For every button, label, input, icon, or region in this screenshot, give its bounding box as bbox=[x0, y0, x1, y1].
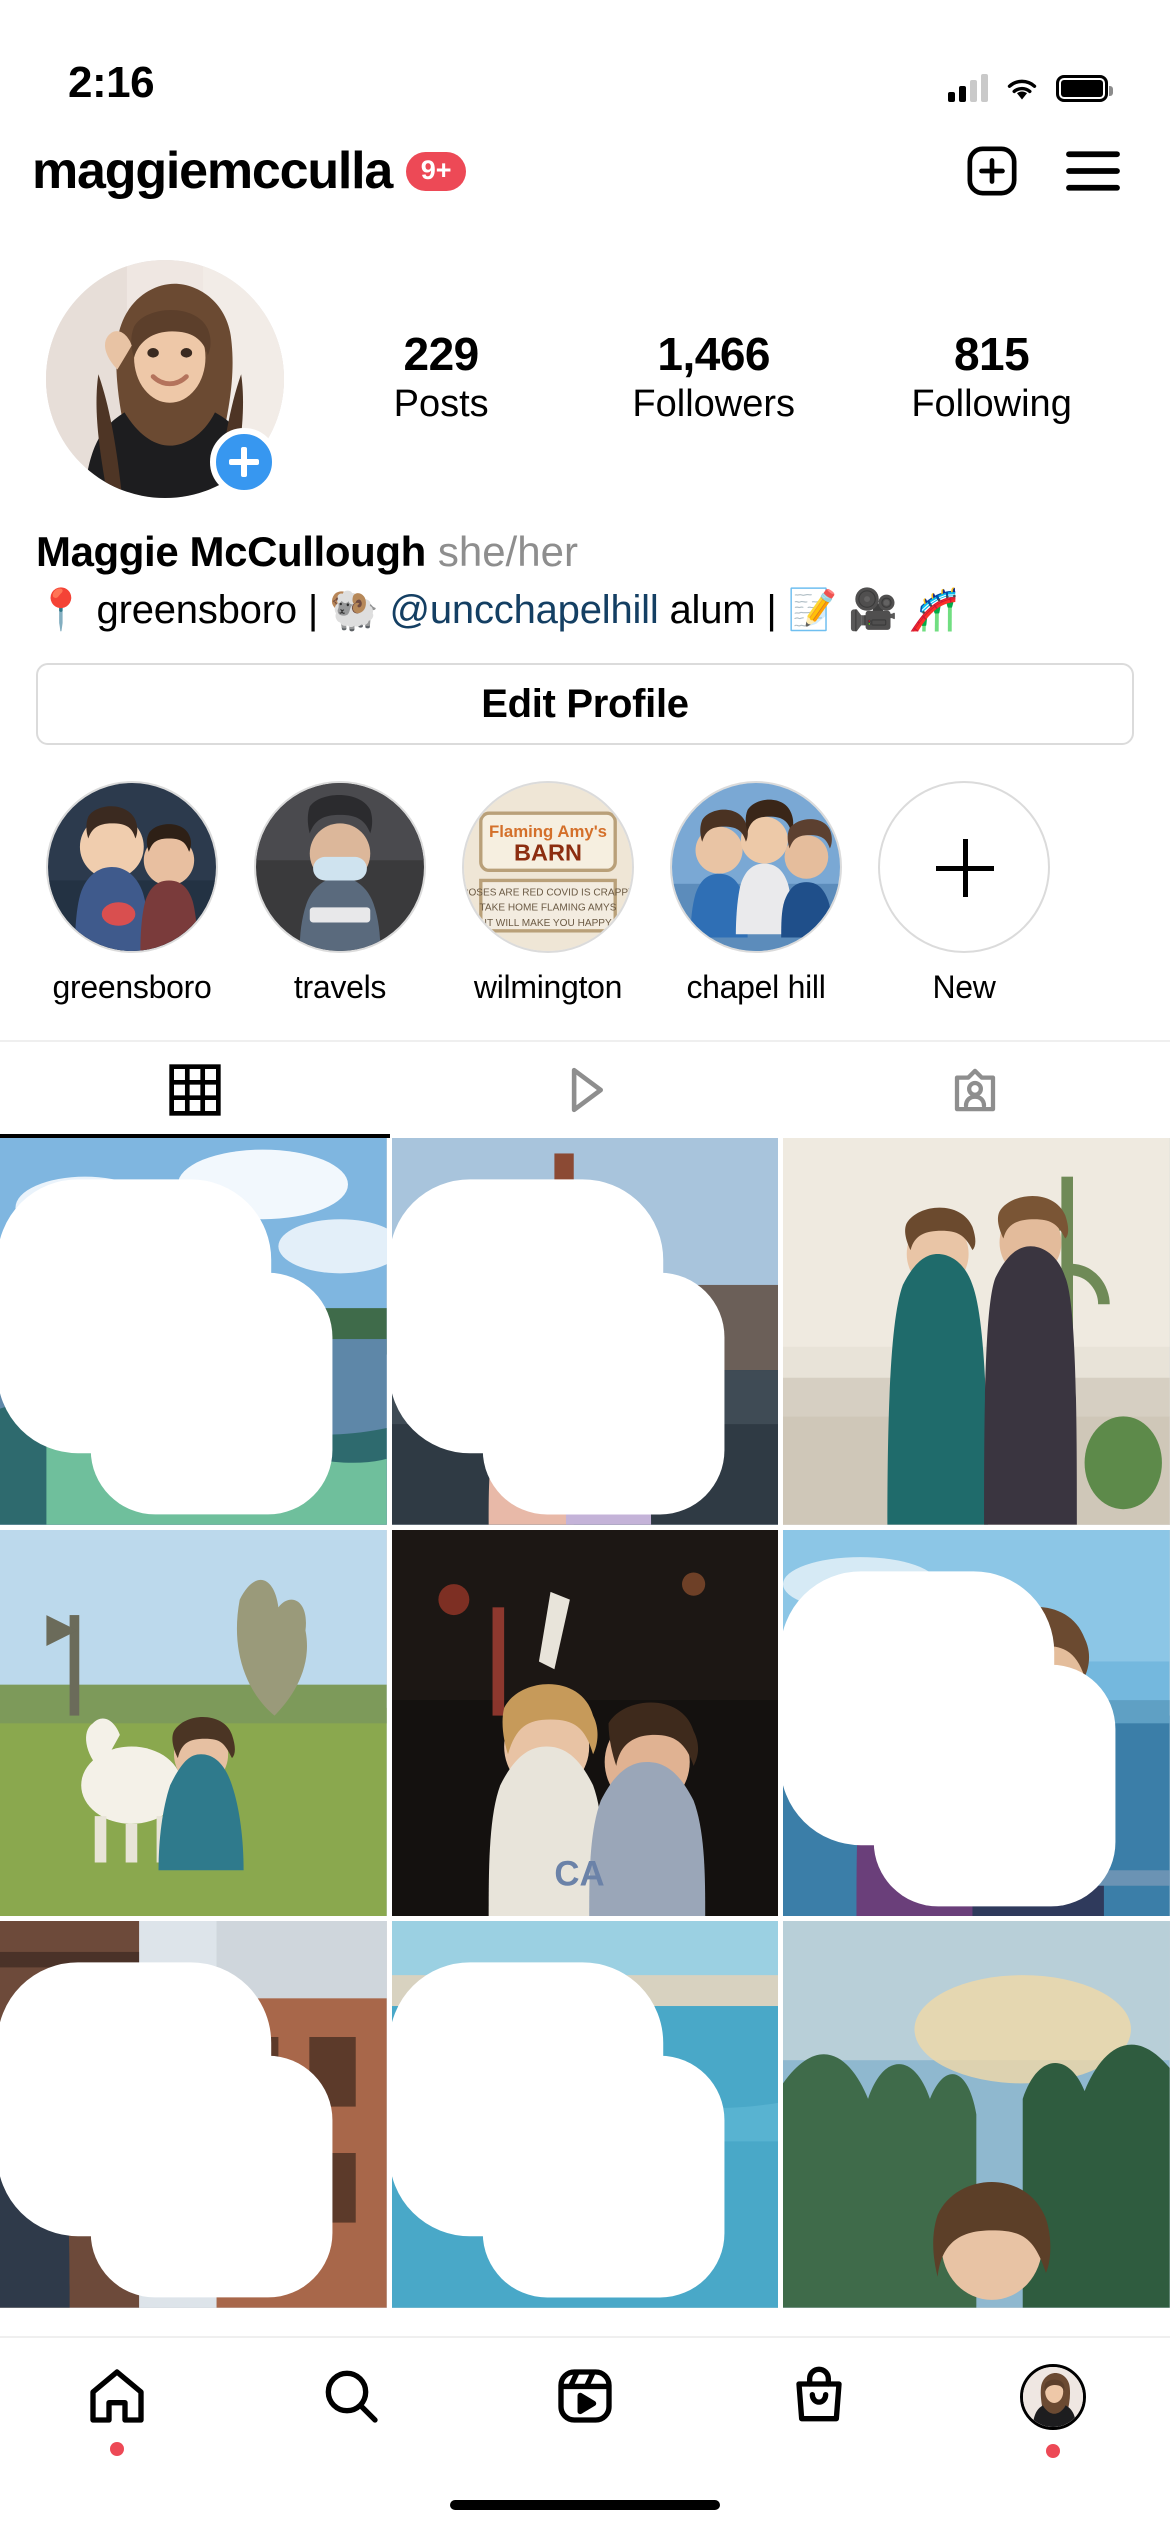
profile-header: maggiemcculla 9+ bbox=[0, 118, 1170, 224]
instagram-profile-screen: 2:16 maggiemcculla 9+ 229 Posts 1,466 Fo… bbox=[0, 0, 1170, 2532]
grid-post[interactable] bbox=[783, 1138, 1170, 1525]
pin-emoji: 📍 bbox=[36, 587, 86, 633]
stat-posts-label: Posts bbox=[393, 383, 489, 425]
nav-shop[interactable] bbox=[702, 2364, 936, 2428]
carousel-icon bbox=[0, 1179, 333, 1515]
tab-reels[interactable] bbox=[390, 1042, 780, 1138]
profile-avatar-icon[interactable] bbox=[1020, 2364, 1086, 2430]
bottom-navigation-bar bbox=[0, 2336, 1170, 2532]
plus-square-icon[interactable] bbox=[964, 143, 1020, 199]
status-bar-indicators bbox=[948, 74, 1113, 108]
display-name: Maggie McCullough bbox=[36, 528, 426, 575]
wifi-icon bbox=[1004, 74, 1040, 102]
bio-name-row: Maggie McCullough she/her bbox=[36, 528, 1134, 576]
stat-followers-value: 1,466 bbox=[657, 328, 771, 381]
svg-text:ROSES ARE RED COVID IS CRAPPY: ROSES ARE RED COVID IS CRAPPY bbox=[464, 888, 632, 899]
plus-circle-icon[interactable] bbox=[210, 428, 278, 496]
svg-text:BARN: BARN bbox=[514, 839, 582, 865]
home-indicator bbox=[450, 2500, 720, 2510]
bio-text: 📍 greensboro | 🐏 @uncchapelhill alum | 📝… bbox=[36, 586, 1134, 633]
highlight-label: travels bbox=[293, 969, 387, 1005]
highlight-label: wilmington bbox=[473, 969, 623, 1005]
highlight-new[interactable]: New bbox=[860, 781, 1068, 1006]
nav-home[interactable] bbox=[0, 2364, 234, 2456]
highlight-label: New bbox=[932, 969, 996, 1005]
highlight-chapel-hill[interactable]: chapel hill bbox=[652, 781, 860, 1006]
stat-posts[interactable]: 229 Posts bbox=[366, 329, 516, 428]
carousel-icon bbox=[391, 1179, 725, 1515]
profile-summary-row: 229 Posts 1,466 Followers 815 Following bbox=[0, 224, 1170, 498]
pronouns: she/her bbox=[437, 528, 578, 575]
nav-reels[interactable] bbox=[468, 2364, 702, 2428]
nav-profile-dot bbox=[1046, 2444, 1060, 2458]
tab-grid[interactable] bbox=[0, 1042, 390, 1138]
status-bar-time: 2:16 bbox=[68, 58, 155, 107]
header-actions bbox=[964, 143, 1122, 199]
highlight-travels[interactable]: travels bbox=[236, 781, 444, 1006]
nav-profile[interactable] bbox=[936, 2364, 1170, 2458]
grid-post[interactable] bbox=[0, 1921, 387, 2308]
bio-mention-link[interactable]: @uncchapelhill bbox=[389, 588, 658, 632]
grid-post[interactable] bbox=[391, 1138, 779, 1525]
grid-post[interactable] bbox=[783, 1529, 1170, 1917]
svg-text:Flaming Amy's: Flaming Amy's bbox=[489, 822, 607, 841]
carousel-icon bbox=[391, 1962, 725, 2298]
profile-bio: Maggie McCullough she/her 📍 greensboro | … bbox=[0, 498, 1170, 633]
grid-post[interactable] bbox=[0, 1138, 387, 1525]
stat-followers-label: Followers bbox=[632, 383, 796, 425]
bio-separator-2: | bbox=[766, 588, 777, 632]
svg-text:IT WILL MAKE YOU HAPPY: IT WILL MAKE YOU HAPPY bbox=[484, 918, 612, 929]
grid-post[interactable] bbox=[783, 1921, 1170, 2308]
stat-following[interactable]: 815 Following bbox=[911, 329, 1072, 428]
nav-home-dot bbox=[110, 2442, 124, 2456]
profile-tab-bar bbox=[0, 1040, 1170, 1138]
stat-posts-value: 229 bbox=[403, 328, 480, 381]
bio-location: greensboro bbox=[96, 588, 298, 632]
svg-text:CA: CA bbox=[554, 1854, 604, 1893]
nav-search[interactable] bbox=[234, 2364, 468, 2428]
highlight-cover[interactable] bbox=[670, 781, 842, 953]
bio-alum-text: alum bbox=[669, 588, 756, 632]
highlight-cover[interactable] bbox=[46, 781, 218, 953]
grid-post[interactable] bbox=[391, 1921, 779, 2309]
writing-emoji: 📝 bbox=[787, 587, 838, 633]
carousel-icon bbox=[0, 1962, 333, 2298]
grid-post[interactable]: CA bbox=[391, 1529, 779, 1917]
highlight-cover[interactable] bbox=[254, 781, 426, 953]
username-area[interactable]: maggiemcculla 9+ bbox=[32, 141, 467, 201]
status-bar: 2:16 bbox=[0, 0, 1170, 118]
battery-full-icon bbox=[1056, 75, 1113, 102]
grid-post[interactable] bbox=[0, 1529, 387, 1917]
story-highlights: greensboro travels Flaming Amy's BARN RO… bbox=[0, 745, 1170, 1006]
bio-separator-1: | bbox=[307, 588, 319, 632]
stat-following-label: Following bbox=[911, 383, 1072, 425]
stat-following-value: 815 bbox=[953, 328, 1030, 381]
profile-stats: 229 Posts 1,466 Followers 815 Following bbox=[284, 329, 1130, 428]
carousel-icon bbox=[783, 1571, 1116, 1907]
ram-emoji: 🐏 bbox=[328, 587, 379, 633]
edit-profile-button[interactable]: Edit Profile bbox=[36, 663, 1134, 745]
hamburger-menu-icon[interactable] bbox=[1064, 147, 1122, 195]
plus-icon[interactable] bbox=[878, 781, 1050, 953]
highlight-greensboro[interactable]: greensboro bbox=[28, 781, 236, 1006]
highlight-wilmington[interactable]: Flaming Amy's BARN ROSES ARE RED COVID I… bbox=[444, 781, 652, 1006]
avatar-wrapper[interactable] bbox=[46, 260, 284, 498]
cellular-signal-icon bbox=[948, 74, 988, 102]
notification-badge[interactable]: 9+ bbox=[406, 151, 467, 191]
svg-text:TAKE HOME FLAMING AMYS: TAKE HOME FLAMING AMYS bbox=[479, 903, 616, 914]
posts-grid: CA bbox=[0, 1138, 1170, 2309]
stat-followers[interactable]: 1,466 Followers bbox=[632, 329, 795, 428]
movie-camera-emoji: 🎥 bbox=[847, 587, 898, 633]
highlight-cover[interactable]: Flaming Amy's BARN ROSES ARE RED COVID I… bbox=[462, 781, 634, 953]
tab-tagged[interactable] bbox=[780, 1042, 1170, 1138]
roller-coaster-emoji: 🎢 bbox=[908, 587, 959, 633]
profile-username[interactable]: maggiemcculla bbox=[32, 141, 393, 201]
highlight-label: chapel hill bbox=[686, 969, 826, 1005]
highlight-label: greensboro bbox=[52, 969, 212, 1005]
